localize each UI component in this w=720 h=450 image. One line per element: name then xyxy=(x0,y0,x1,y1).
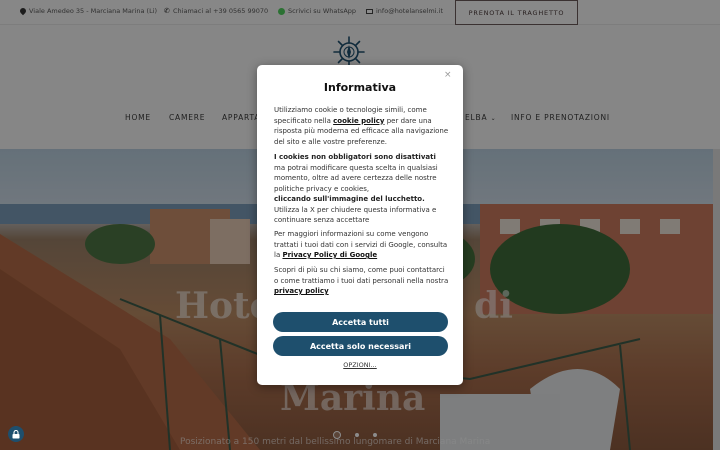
accept-all-button[interactable]: Accetta tutti xyxy=(273,312,448,332)
p4-text-a: Scopri di più su chi siamo, come puoi co… xyxy=(274,266,449,285)
lock-icon xyxy=(12,429,20,438)
modal-paragraph-4: Scopri di più su chi siamo, come puoi co… xyxy=(274,265,449,297)
p2-bold-lock: cliccando sull'immagine del lucchetto. xyxy=(274,195,425,203)
p2-text-b: Utilizza la X per chiudere questa inform… xyxy=(274,205,437,225)
cookie-modal: × Informativa Utilizziamo cookie o tecno… xyxy=(257,65,463,385)
modal-paragraph-3: Per maggiori informazioni su come vengon… xyxy=(274,229,449,261)
google-privacy-link[interactable]: Privacy Policy di Google xyxy=(282,251,377,259)
accept-necessary-button[interactable]: Accetta solo necessari xyxy=(273,336,448,356)
cookie-policy-link[interactable]: cookie policy xyxy=(333,117,384,125)
close-icon[interactable]: × xyxy=(444,70,452,80)
options-link[interactable]: OPZIONI... xyxy=(257,361,463,369)
modal-paragraph-1: Utilizziamo cookie o tecnologie simili, … xyxy=(274,105,449,147)
modal-paragraph-2: I cookies non obbligatori sono disattiva… xyxy=(274,152,449,226)
p2-text-a: ma potrai modificare questa scelta in qu… xyxy=(274,163,438,193)
privacy-policy-link[interactable]: privacy policy xyxy=(274,287,329,295)
modal-title: Informativa xyxy=(323,81,397,94)
p2-bold: I cookies non obbligatori sono disattiva… xyxy=(274,153,436,161)
cookie-settings-button[interactable] xyxy=(8,426,24,442)
